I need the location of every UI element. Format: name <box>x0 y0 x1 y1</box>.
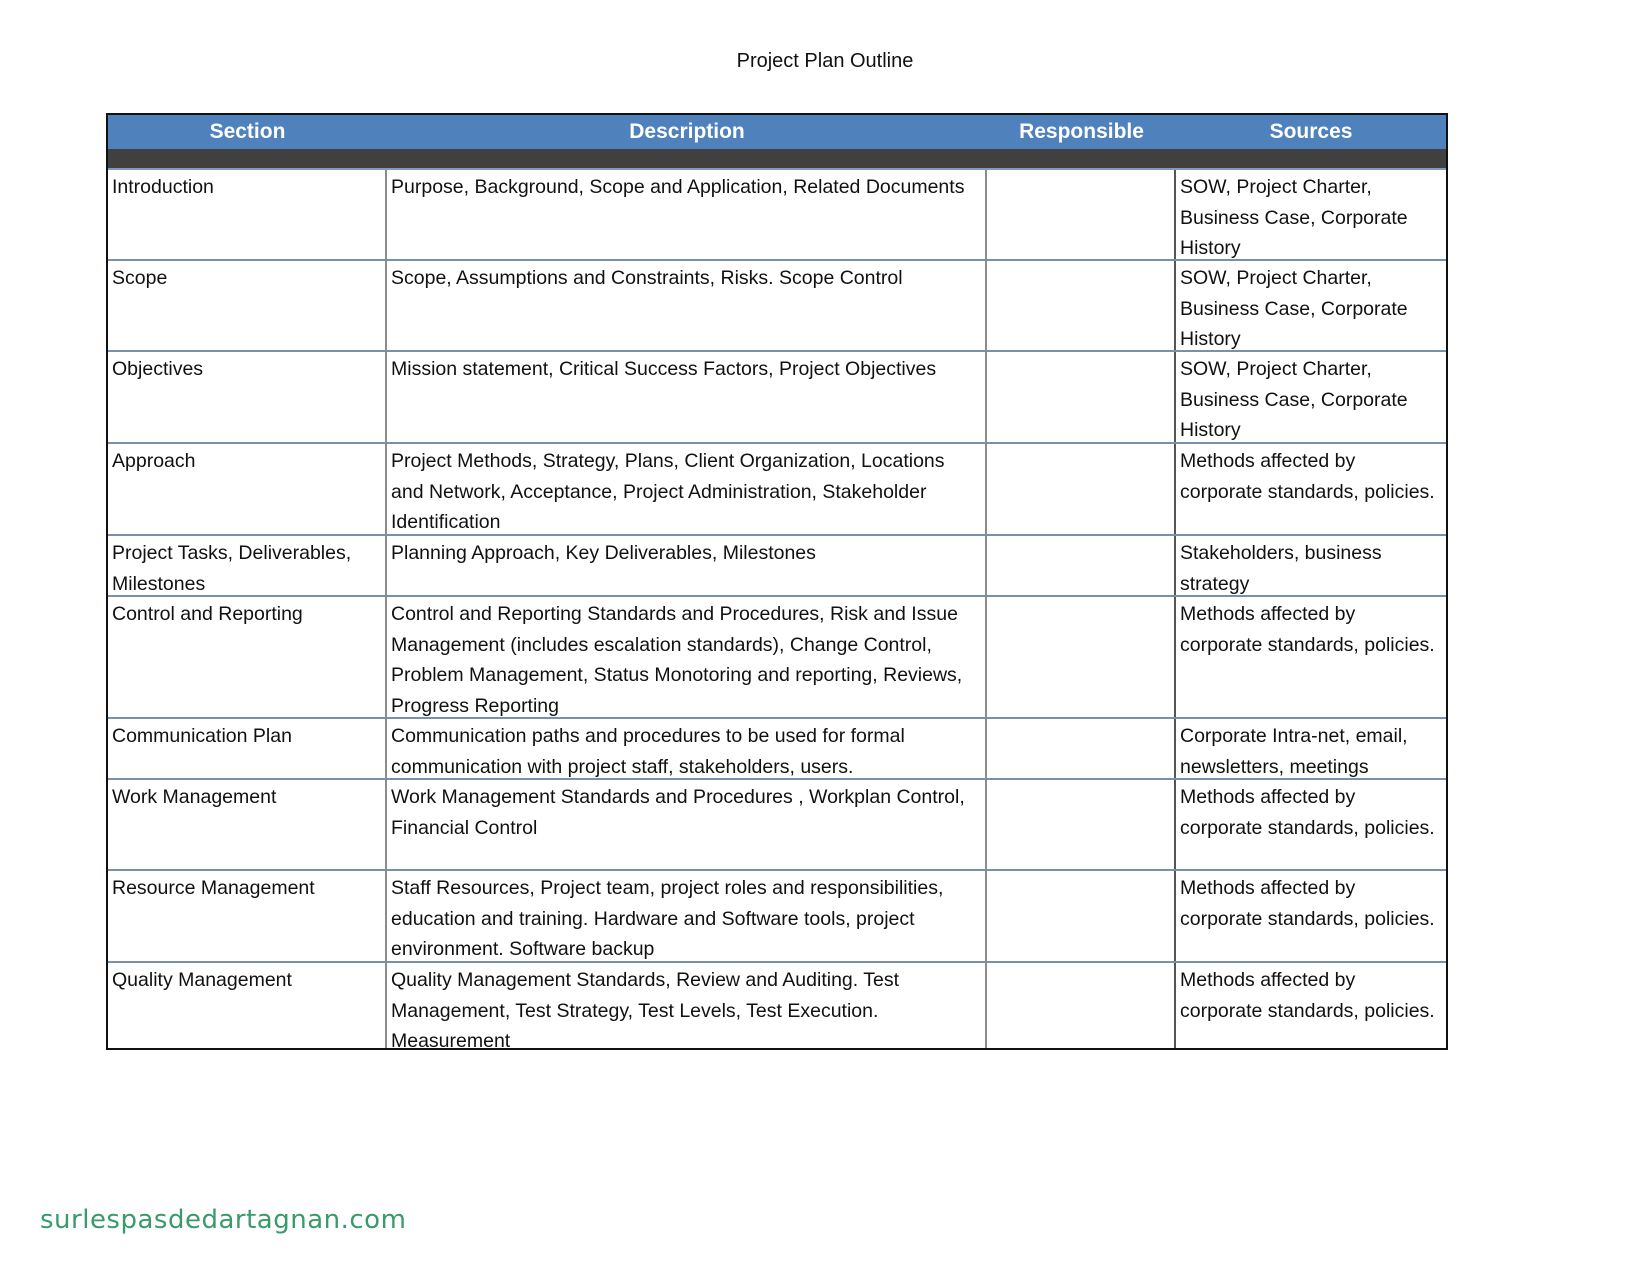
section-cell: Control and Reporting <box>108 597 387 717</box>
column-header-description: Description <box>629 120 745 143</box>
description-cell: Project Methods, Strategy, Plans, Client… <box>387 444 987 534</box>
sources-cell: Methods affected by corporate standards,… <box>1180 969 1435 1022</box>
responsible-cell <box>987 352 1176 442</box>
description-cell: Scope, Assumptions and Constraints, Risk… <box>387 261 987 350</box>
responsible-cell <box>987 444 1176 534</box>
section-cell: Approach <box>108 444 387 534</box>
description-cell: Quality Management Standards, Review and… <box>387 963 987 1048</box>
responsible-cell <box>987 963 1176 1048</box>
sources-cell: Methods affected by corporate standards,… <box>1180 450 1435 503</box>
table-row: Work Management Work Management Standards… <box>108 780 1446 871</box>
description-cell: Communication paths and procedures to be… <box>387 719 987 778</box>
table-row: Objectives Mission statement, Critical Su… <box>108 352 1446 444</box>
description-cell: Planning Approach, Key Deliverables, Mil… <box>387 536 987 595</box>
column-header-responsible: Responsible <box>1019 120 1144 143</box>
section-cell: Objectives <box>108 352 387 442</box>
section-cell: Scope <box>108 261 387 350</box>
responsible-cell <box>987 719 1176 778</box>
table-header: Section Description Responsible Sources <box>108 115 1446 149</box>
description-cell: Staff Resources, Project team, project r… <box>387 871 987 961</box>
table-row: Scope Scope, Assumptions and Constraints,… <box>108 261 1446 352</box>
table-row: Approach Project Methods, Strategy, Plans… <box>108 444 1446 536</box>
description-cell: Purpose, Background, Scope and Applicati… <box>387 170 987 259</box>
section-cell: Quality Management <box>108 963 387 1048</box>
responsible-cell <box>987 597 1176 717</box>
responsible-cell <box>987 536 1176 595</box>
responsible-cell <box>987 871 1176 961</box>
table-row: Quality Management Quality Management Sta… <box>108 963 1446 1048</box>
sources-cell: Methods affected by corporate standards,… <box>1180 786 1435 839</box>
table-row: Introduction Purpose, Background, Scope a… <box>108 170 1446 261</box>
sources-cell: Corporate Intra-net, email, newsletters,… <box>1180 725 1408 778</box>
sources-cell: SOW, Project Charter, Business Case, Cor… <box>1180 358 1408 441</box>
table-body: Introduction Purpose, Background, Scope a… <box>108 170 1446 1048</box>
responsible-cell <box>987 780 1176 869</box>
section-cell: Resource Management <box>108 871 387 961</box>
column-header-section: Section <box>209 120 286 143</box>
sources-cell: Stakeholders, business strategy <box>1180 542 1382 595</box>
description-cell: Work Management Standards and Procedures… <box>387 780 987 869</box>
watermark: surlespasdedartagnan.com <box>40 1205 407 1235</box>
sources-cell: SOW, Project Charter, Business Case, Cor… <box>1180 267 1408 350</box>
column-header-sources: Sources <box>1269 120 1353 143</box>
responsible-cell <box>987 261 1176 350</box>
table-row: Project Tasks, Deliverables, Milestones P… <box>108 536 1446 597</box>
sources-cell: Methods affected by corporate standards,… <box>1180 877 1435 930</box>
sources-cell: SOW, Project Charter, Business Case, Cor… <box>1180 176 1408 259</box>
sources-cell: Methods affected by corporate standards,… <box>1180 603 1435 656</box>
project-plan-table: Section Description Responsible Sources … <box>106 113 1448 1050</box>
description-cell: Mission statement, Critical Success Fact… <box>387 352 987 442</box>
section-cell: Introduction <box>108 170 387 259</box>
page-title: Project Plan Outline <box>736 50 914 72</box>
table-row: Control and Reporting Control and Reporti… <box>108 597 1446 719</box>
section-cell: Work Management <box>108 780 387 869</box>
header-divider-band <box>108 149 1446 170</box>
responsible-cell <box>987 170 1176 259</box>
table-row: Resource Management Staff Resources, Proj… <box>108 871 1446 963</box>
description-cell: Control and Reporting Standards and Proc… <box>387 597 987 717</box>
section-cell: Project Tasks, Deliverables, Milestones <box>108 536 387 595</box>
section-cell: Communication Plan <box>108 719 387 778</box>
table-row: Communication Plan Communication paths an… <box>108 719 1446 780</box>
